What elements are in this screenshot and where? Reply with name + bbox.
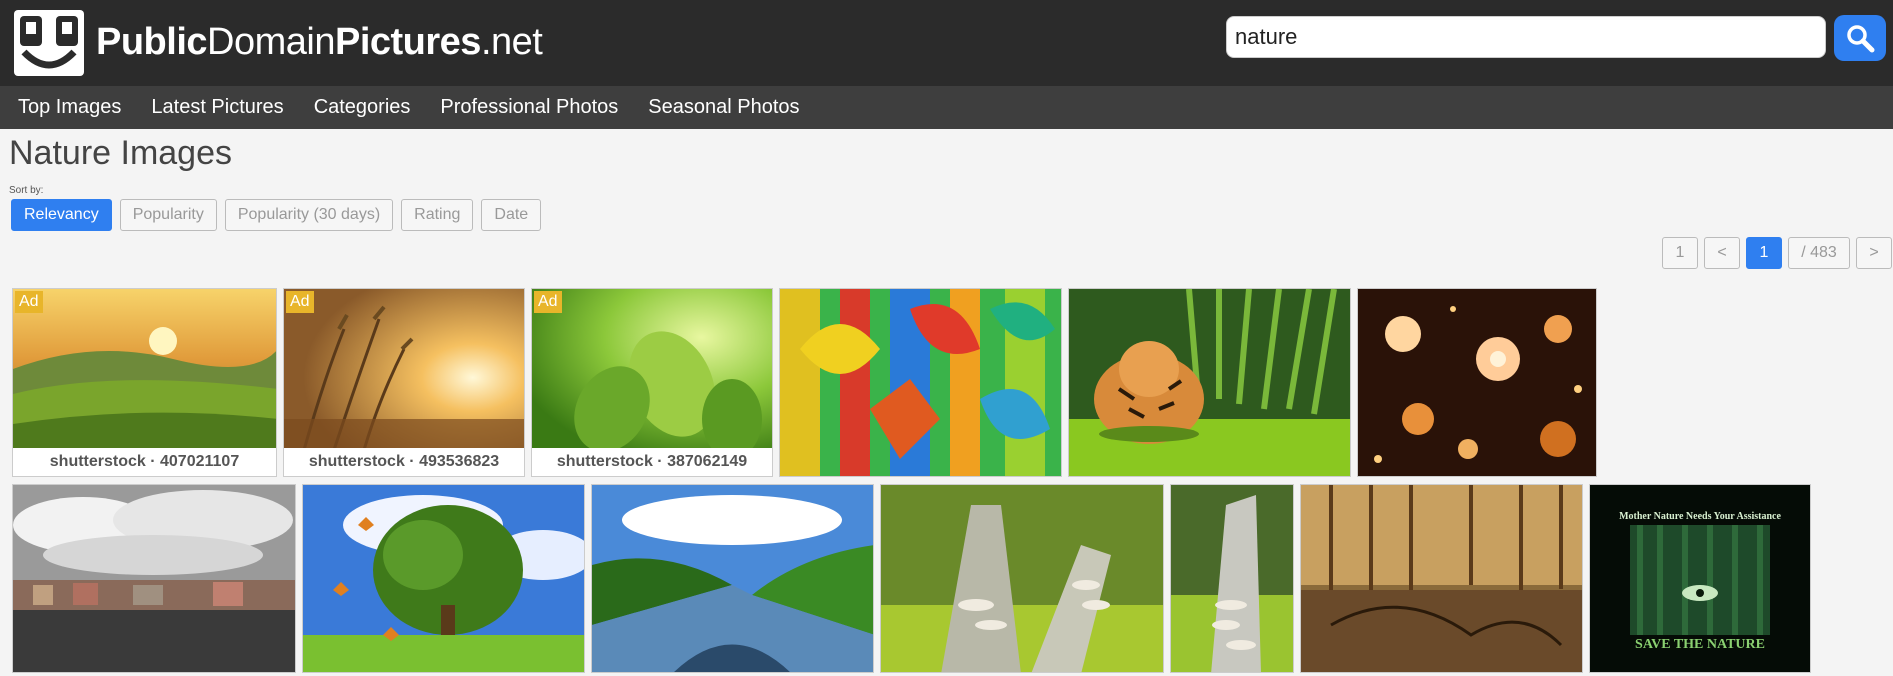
- ad-badge: Ad: [286, 291, 314, 313]
- ad-badge: Ad: [15, 291, 43, 313]
- abstract-leaves-photo: [780, 289, 1061, 476]
- page-prev-button[interactable]: <: [1704, 237, 1740, 269]
- site-name: PublicDomainPictures.net: [96, 20, 543, 63]
- glowing-flowers-photo: [1358, 289, 1596, 476]
- search-input[interactable]: [1226, 16, 1826, 58]
- ad-image-green-leaves[interactable]: Ad shutterstock · 387062149: [531, 288, 773, 477]
- autumn-pond-photo: [1301, 485, 1582, 672]
- birch-fungi-photo: [1171, 485, 1293, 672]
- image-save-the-nature-poster[interactable]: Mother Nature Needs Your Assistance SAVE…: [1589, 484, 1811, 673]
- sort-popularity-button[interactable]: Popularity: [119, 199, 217, 231]
- search-button[interactable]: [1834, 15, 1886, 61]
- page-next-button[interactable]: >: [1856, 237, 1892, 269]
- page-current[interactable]: 1: [1746, 237, 1782, 269]
- nav-latest-pictures[interactable]: Latest Pictures: [151, 96, 283, 119]
- nav-categories[interactable]: Categories: [314, 96, 411, 119]
- image-birch-fungi[interactable]: [1170, 484, 1294, 673]
- pagination: 1 < 1 / 483 >: [1662, 237, 1893, 269]
- harbor-clouds-photo: [13, 485, 295, 672]
- sort-date-button[interactable]: Date: [481, 199, 542, 231]
- poster-heading: Mother Nature Needs Your Assistance: [1619, 511, 1781, 522]
- image-tiger[interactable]: [1068, 288, 1351, 477]
- sort-relevancy-button[interactable]: Relevancy: [11, 199, 112, 231]
- tiger-photo: [1069, 289, 1350, 476]
- stock-id-label: shutterstock · 407021107: [13, 448, 276, 476]
- page-title: Nature Images: [9, 134, 232, 172]
- image-fungi-log[interactable]: [880, 484, 1164, 673]
- image-abstract-leaves[interactable]: [779, 288, 1062, 477]
- page-first-button[interactable]: 1: [1662, 237, 1698, 269]
- image-harbor-clouds[interactable]: [12, 484, 296, 673]
- fungi-log-photo: [881, 485, 1163, 672]
- ad-image-wheat-sunset-photo: [284, 289, 524, 450]
- stock-id-label: shutterstock · 387062149: [532, 448, 772, 476]
- tree-butterflies-photo: [303, 485, 584, 672]
- main-nav: Top Images Latest Pictures Categories Pr…: [0, 86, 1893, 129]
- nav-top-images[interactable]: Top Images: [18, 96, 121, 119]
- sort-options: Relevancy Popularity Popularity (30 days…: [11, 199, 549, 231]
- site-logo[interactable]: PublicDomainPictures.net: [10, 4, 543, 80]
- ad-image-wheat-sunset[interactable]: Ad shutterstock · 493536823: [283, 288, 525, 477]
- sort-label: Sort by:: [9, 185, 44, 196]
- logo-icon: [14, 10, 84, 76]
- image-autumn-pond[interactable]: [1300, 484, 1583, 673]
- ad-image-green-leaves-photo: [532, 289, 772, 450]
- ad-badge: Ad: [534, 291, 562, 313]
- image-tree-butterflies[interactable]: [302, 484, 585, 673]
- image-river-forest[interactable]: [591, 484, 874, 673]
- image-glowing-flowers[interactable]: [1357, 288, 1597, 477]
- stock-id-label: shutterstock · 493536823: [284, 448, 524, 476]
- page-total: / 483: [1788, 237, 1850, 269]
- search-icon: [1847, 25, 1875, 53]
- nav-seasonal-photos[interactable]: Seasonal Photos: [648, 96, 799, 119]
- ad-image-mountain-sunset-photo: [13, 289, 276, 450]
- site-header: PublicDomainPictures.net: [0, 0, 1893, 86]
- nav-professional-photos[interactable]: Professional Photos: [440, 96, 618, 119]
- sort-rating-button[interactable]: Rating: [401, 199, 474, 231]
- ad-image-mountain-sunset[interactable]: Ad shutterstock · 407021107: [12, 288, 277, 477]
- sort-popularity-30-days-button[interactable]: Popularity (30 days): [224, 199, 394, 231]
- poster-slogan: SAVE THE NATURE: [1635, 637, 1765, 652]
- river-forest-photo: [592, 485, 873, 672]
